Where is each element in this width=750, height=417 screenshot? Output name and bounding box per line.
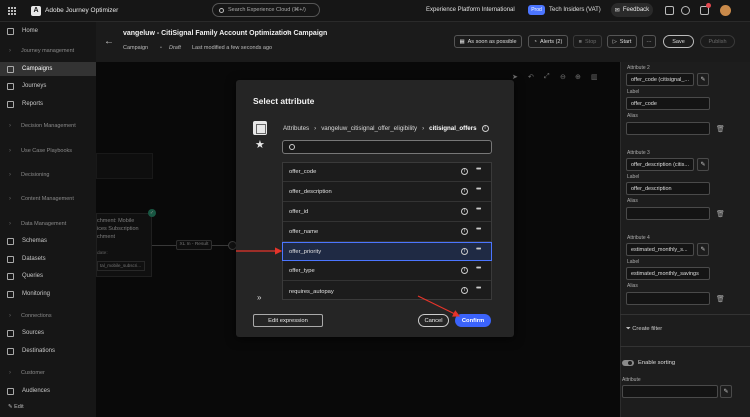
annotation-arrows (236, 247, 461, 317)
annotation-arrow-to-confirm (417, 295, 461, 317)
